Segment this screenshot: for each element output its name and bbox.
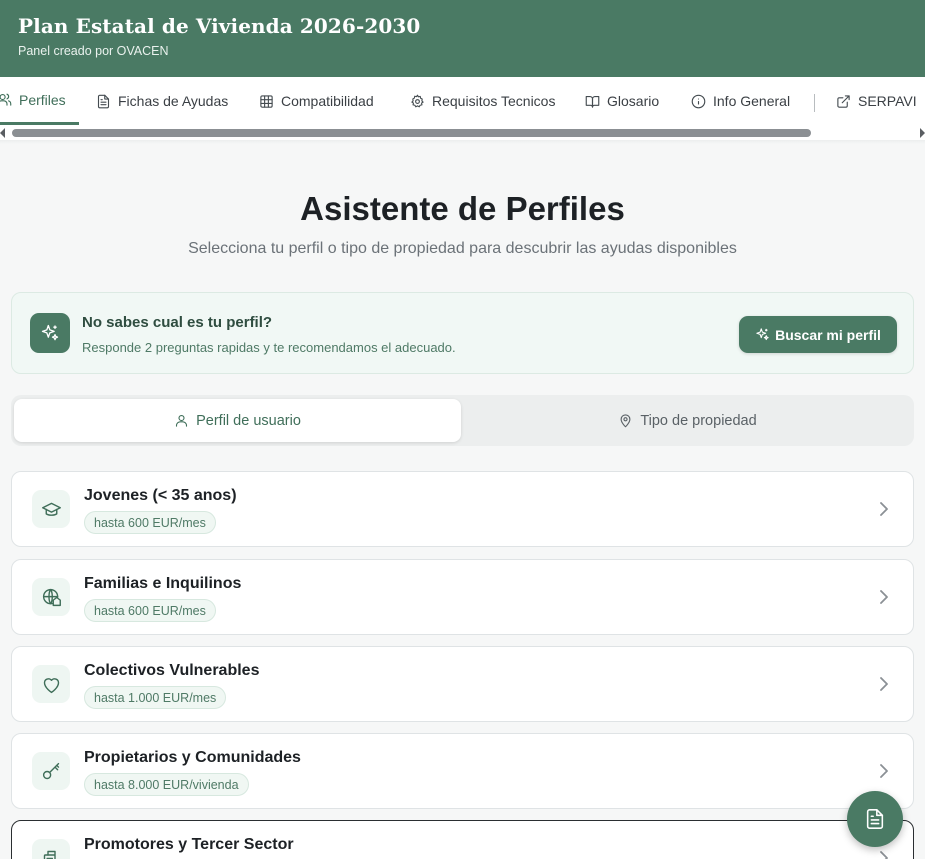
app-header: Plan Estatal de Vivienda 2026-2030 Panel… [0,0,925,77]
chevron-right-icon [879,590,889,604]
toggle-label: Perfil de usuario [196,412,301,429]
tab-requisitos-tecnicos[interactable]: Requisitos Tecnicos [410,77,555,125]
profile-title: Propietarios y Comunidades [84,749,301,766]
profile-card-promotores[interactable]: Promotores y Tercer Sector [11,820,914,859]
tab-perfiles[interactable]: Perfiles [0,77,79,125]
chevron-right-icon [879,677,889,691]
profile-card-propietarios[interactable]: Propietarios y Comunidades hasta 8.000 E… [11,733,914,809]
tab-label: SERPAVI [858,93,917,109]
heart-icon [32,665,70,703]
tab-glosario[interactable]: Glosario [585,77,659,125]
sparkles-icon [756,328,769,341]
sparkles-icon [30,313,70,353]
app-title: Plan Estatal de Vivienda 2026-2030 [18,14,421,38]
tab-compatibilidad[interactable]: Compatibilidad [259,77,374,125]
chevron-right-icon [879,851,889,859]
book-open-icon [585,95,600,108]
chevron-right-icon [879,764,889,778]
page-subtitle: Selecciona tu perfil o tipo de propiedad… [188,240,737,257]
property-type-toggle[interactable]: Tipo de propiedad [464,399,911,442]
profile-title: Jovenes (< 35 anos) [84,487,237,504]
grid-icon [260,94,273,108]
profile-finder-callout: No sabes cual es tu perfil? Responde 2 p… [11,292,914,374]
amount-badge: hasta 1.000 EUR/mes [84,686,227,709]
profile-title: Colectivos Vulnerables [84,662,260,679]
key-icon [32,752,70,790]
scroll-thumb[interactable] [12,129,811,137]
profile-card-jovenes[interactable]: Jovenes (< 35 anos) hasta 600 EUR/mes [11,471,914,547]
profile-card-familias[interactable]: Familias e Inquilinos hasta 600 EUR/mes [11,559,914,635]
profile-title: Familias e Inquilinos [84,575,242,592]
globe-house-icon [32,578,70,616]
tab-info-general[interactable]: Info General [691,77,790,125]
user-icon [176,414,188,427]
tab-label: Compatibilidad [281,93,374,109]
scroll-left-arrow-icon[interactable] [0,128,5,138]
chevron-right-icon [879,502,889,516]
tab-serpavi[interactable]: SERPAVI [836,77,917,125]
callout-text: Responde 2 preguntas rapidas y te recome… [82,340,456,355]
info-icon [691,94,706,108]
tab-label: Glosario [607,93,660,109]
tab-label: Requisitos Tecnicos [432,93,556,109]
building-icon [32,839,70,859]
profile-card-vulnerables[interactable]: Colectivos Vulnerables hasta 1.000 EUR/m… [11,646,914,722]
find-profile-button[interactable]: Buscar mi perfil [739,316,897,353]
user-profile-toggle[interactable]: Perfil de usuario [14,399,461,442]
profile-title: Promotores y Tercer Sector [84,836,294,853]
page-title: Asistente de Perfiles [300,190,625,227]
tab-label: Info General [713,93,791,109]
tab-scrollbar[interactable] [0,125,925,140]
tab-label: Perfiles [19,91,66,108]
app-subtitle: Panel creado por OVACEN [18,44,169,58]
divider [0,140,925,144]
file-text-icon [97,94,110,108]
scroll-right-arrow-icon[interactable] [920,128,925,138]
document-icon [866,809,884,829]
amount-badge: hasta 600 EUR/mes [84,511,216,534]
map-pin-icon [620,414,631,428]
graduation-cap-icon [32,490,70,528]
view-toggle: Perfil de usuario Tipo de propiedad [11,395,914,446]
tab-divider [814,94,815,112]
tab-label: Fichas de Ayudas [118,93,229,109]
amount-badge: hasta 8.000 EUR/vivienda [84,773,249,796]
tab-bar: Perfiles Fichas de Ayudas Compatibilidad… [0,77,925,125]
find-profile-label: Buscar mi perfil [775,326,881,343]
callout-title: No sabes cual es tu perfil? [82,314,273,331]
gear-icon [411,94,424,107]
amount-badge: hasta 600 EUR/mes [84,599,216,622]
external-link-icon [837,94,850,108]
toggle-label: Tipo de propiedad [640,412,757,429]
document-fab-button[interactable] [847,791,903,847]
tab-fichas-de-ayudas[interactable]: Fichas de Ayudas [96,77,228,125]
users-icon [0,93,12,106]
